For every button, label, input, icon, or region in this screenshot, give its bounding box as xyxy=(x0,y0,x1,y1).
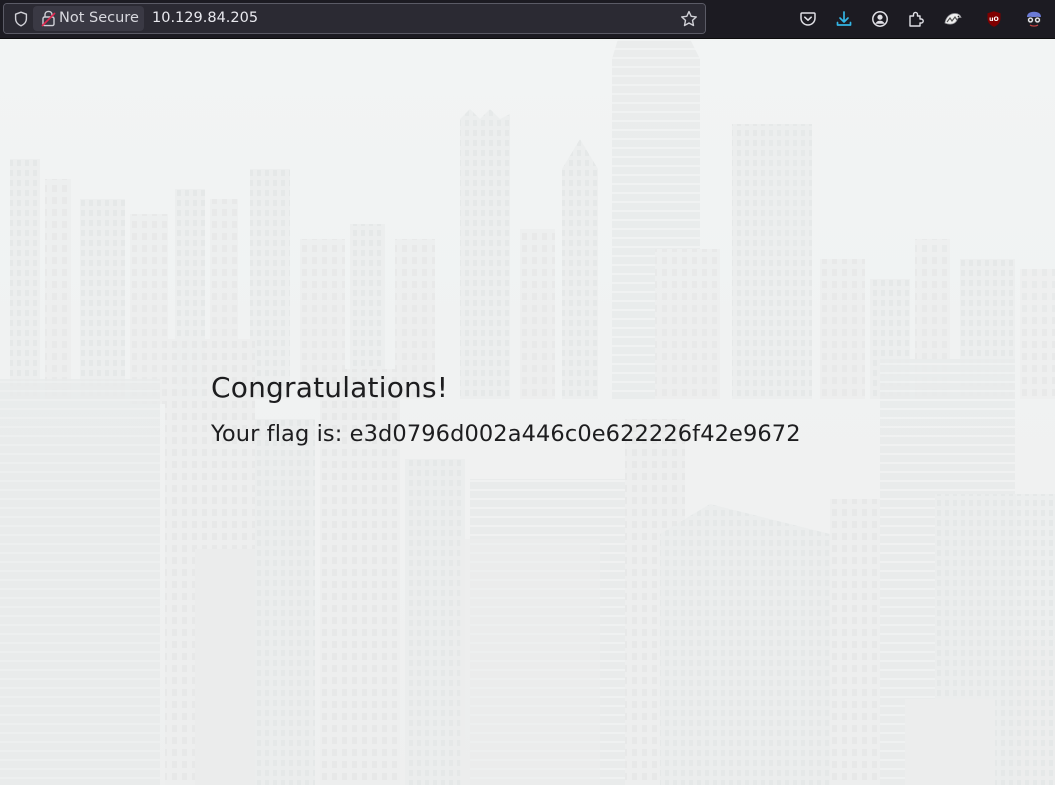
wappalyzer-button[interactable] xyxy=(1022,7,1046,31)
not-secure-label: Not Secure xyxy=(59,10,139,26)
account-icon xyxy=(872,11,888,27)
foxyproxy-icon xyxy=(944,13,962,25)
page-viewport: Congratulations! Your flag is: e3d0796d0… xyxy=(0,39,1055,785)
account-button[interactable] xyxy=(868,7,892,31)
pocket-icon xyxy=(800,12,816,26)
ublock-origin-icon: uO xyxy=(987,11,1001,27)
flag-text: Your flag is: e3d0796d002a446c0e622226f4… xyxy=(211,421,801,447)
foxyproxy-button[interactable] xyxy=(941,7,965,31)
tracking-protection-shield-icon[interactable] xyxy=(13,11,29,27)
ublock-origin-button[interactable]: uO xyxy=(982,7,1006,31)
wappalyzer-icon xyxy=(1027,11,1041,27)
downloads-button[interactable] xyxy=(832,7,856,31)
url-text[interactable]: 10.129.84.205 xyxy=(152,10,258,27)
address-bar-field[interactable]: Not Secure 10.129.84.205 xyxy=(4,4,705,33)
downloads-icon xyxy=(836,11,852,26)
extensions-button[interactable] xyxy=(904,7,928,31)
svg-text:uO: uO xyxy=(989,16,999,23)
browser-toolbar: Not Secure 10.129.84.205 uO xyxy=(0,0,1055,39)
security-indicator[interactable]: Not Secure xyxy=(33,6,144,31)
insecure-lock-icon xyxy=(41,10,56,27)
bookmark-star-icon[interactable] xyxy=(680,10,698,28)
message-container: Congratulations! Your flag is: e3d0796d0… xyxy=(211,369,801,449)
address-bar[interactable]: Not Secure 10.129.84.205 xyxy=(3,3,706,34)
pocket-button[interactable] xyxy=(796,7,820,31)
congratulations-heading: Congratulations! xyxy=(211,371,449,404)
extensions-icon xyxy=(909,11,924,27)
